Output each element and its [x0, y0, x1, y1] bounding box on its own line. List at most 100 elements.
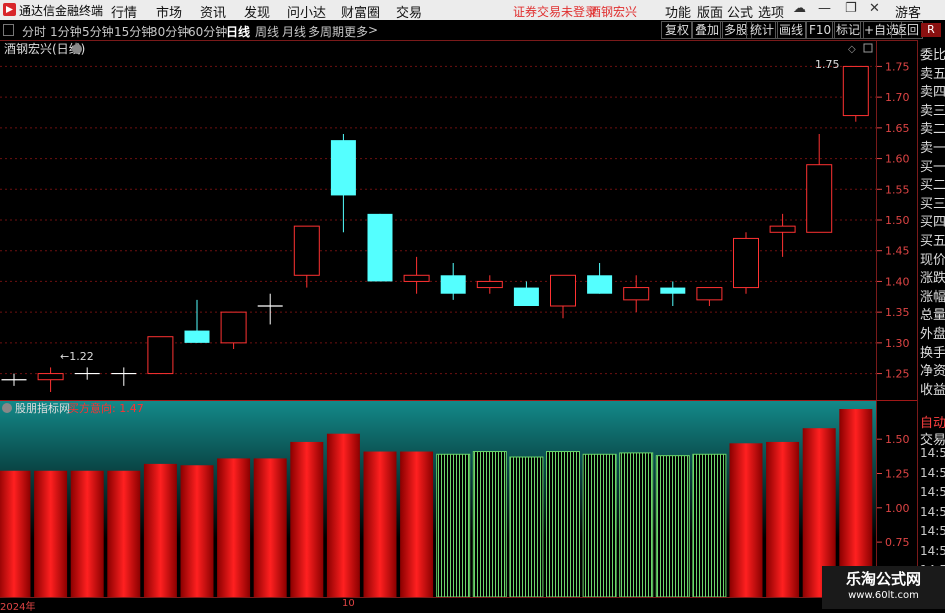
- candle: [587, 263, 613, 294]
- menu-formula[interactable]: 公式: [727, 2, 753, 21]
- menu-quotes[interactable]: 行情: [111, 2, 137, 21]
- side-item[interactable]: 现价: [920, 249, 945, 268]
- menu-function[interactable]: 功能: [665, 2, 691, 21]
- window-icon[interactable]: [863, 43, 873, 53]
- side-item[interactable]: 卖三: [920, 100, 945, 119]
- side-item[interactable]: 买四: [920, 211, 945, 230]
- watermark-url: www.60lt.com: [848, 590, 919, 601]
- side-item[interactable]: 卖四: [920, 81, 945, 100]
- side-item[interactable]: 委比: [920, 44, 945, 63]
- menu-options[interactable]: 选项: [758, 2, 784, 21]
- chevron-down-icon[interactable]: [72, 44, 82, 54]
- stock-name-link[interactable]: 酒钢宏兴: [589, 3, 637, 20]
- indicator-bar: [729, 443, 763, 597]
- y-tick-label: 1.70: [885, 91, 910, 104]
- trade-time: 14:56: [920, 485, 945, 499]
- indicator-bar: [217, 458, 251, 597]
- menu-ask[interactable]: 问小达: [287, 2, 326, 21]
- side-item[interactable]: 涨幅: [920, 286, 945, 305]
- indicator-bar: [692, 453, 727, 597]
- candle: [623, 275, 650, 313]
- btn-back[interactable]: 返回: [891, 21, 924, 39]
- minimize-icon[interactable]: —: [818, 1, 831, 16]
- indicator-bar: [436, 453, 471, 597]
- tab-15min[interactable]: 15分钟: [114, 23, 153, 40]
- indicator-bar: [70, 470, 104, 597]
- candlestick-chart[interactable]: 酒钢宏兴(日线) 1.75 ←1.22 ◇: [0, 40, 876, 400]
- menu-trade[interactable]: 交易: [396, 2, 422, 21]
- side-item[interactable]: 卖五: [920, 63, 945, 82]
- side-item[interactable]: 涨跌: [920, 267, 945, 286]
- app-title: 通达信金融终端: [19, 4, 104, 18]
- tab-intraday[interactable]: 分时: [22, 23, 46, 40]
- candle: [476, 275, 503, 294]
- candle: [257, 293, 283, 325]
- tab-60min[interactable]: 60分钟: [188, 23, 227, 40]
- side-item[interactable]: 买二: [920, 174, 945, 193]
- y-tick-label: 1.60: [885, 153, 910, 166]
- year-label: 2024年: [0, 602, 36, 613]
- r-badge[interactable]: R: [921, 23, 941, 37]
- menu-market[interactable]: 市场: [156, 2, 182, 21]
- candle: [111, 367, 137, 386]
- side-item[interactable]: 买五: [920, 230, 945, 249]
- tab-5min[interactable]: 5分钟: [82, 23, 114, 40]
- menu-news[interactable]: 资讯: [200, 2, 226, 21]
- indicator-chart[interactable]: 股朋指标网 买方意向: 1.47: [0, 401, 876, 597]
- candle: [367, 213, 393, 282]
- y-tick-label: 1.25: [885, 368, 910, 381]
- side-item[interactable]: 净资: [920, 360, 945, 379]
- btn-stats[interactable]: 统计: [746, 21, 779, 39]
- tab-multi-period[interactable]: 多周期: [308, 23, 344, 40]
- menu-wealth[interactable]: 财富圈: [341, 2, 380, 21]
- indicator-bar: [400, 451, 434, 597]
- menu-discover[interactable]: 发现: [244, 2, 270, 21]
- indicator-bar: [582, 453, 617, 597]
- y-tick-label: 1.35: [885, 306, 910, 319]
- restore-icon[interactable]: ❐: [845, 1, 857, 16]
- cloud-icon[interactable]: ☁: [793, 1, 806, 16]
- indicator-bar: [509, 456, 544, 597]
- candle: [806, 134, 833, 233]
- side-item[interactable]: 买一: [920, 156, 945, 175]
- btn-overlay[interactable]: 叠加: [691, 21, 724, 39]
- candle: [513, 281, 539, 306]
- trade-login-warning[interactable]: 证券交易未登录: [513, 3, 597, 20]
- menu-layout[interactable]: 版面: [697, 2, 723, 21]
- tab-monthly[interactable]: 月线: [282, 23, 306, 40]
- candle: [184, 299, 210, 343]
- close-icon[interactable]: ✕: [869, 1, 880, 16]
- side-item[interactable]: 收益: [920, 379, 945, 398]
- btn-adjust[interactable]: 复权: [661, 21, 694, 39]
- side-item[interactable]: 外盘: [920, 323, 945, 342]
- tab-weekly[interactable]: 周线: [255, 23, 279, 40]
- tab-1min[interactable]: 1分钟: [50, 23, 82, 40]
- y-tick-label: 1.30: [885, 337, 910, 350]
- candle: [733, 232, 759, 294]
- diamond-icon[interactable]: ◇: [848, 44, 856, 55]
- y-tick-label: 0.75: [885, 536, 910, 549]
- y-tick-label: 1.75: [885, 60, 910, 73]
- side-item[interactable]: 卖一: [920, 137, 945, 156]
- side-item[interactable]: 卖二: [920, 118, 945, 137]
- toggle-panel-icon[interactable]: [3, 24, 14, 36]
- chevron-down-icon[interactable]: [2, 403, 12, 413]
- indicator-bar: [766, 441, 800, 597]
- side-item[interactable]: 买三: [920, 193, 945, 212]
- indicator-bar: [546, 451, 580, 597]
- chevron-right-icon[interactable]: >: [368, 23, 378, 37]
- indicator-bar: [472, 451, 507, 597]
- tab-30min[interactable]: 30分钟: [150, 23, 189, 40]
- y-tick-label: 1.00: [885, 502, 910, 515]
- tab-more[interactable]: 更多: [344, 23, 368, 40]
- tab-daily[interactable]: 日线: [226, 23, 250, 40]
- guest-label[interactable]: 游客: [895, 2, 921, 21]
- indicator-bar: [143, 463, 177, 597]
- btn-f10[interactable]: F10: [805, 21, 836, 39]
- watermark-title: 乐淘公式网: [845, 570, 921, 588]
- y-tick-label: 1.25: [885, 467, 910, 480]
- btn-draw[interactable]: 画线: [775, 21, 808, 39]
- side-item[interactable]: 换手: [920, 342, 945, 361]
- y-tick-label: 1.55: [885, 183, 910, 196]
- side-item[interactable]: 总量: [920, 304, 945, 323]
